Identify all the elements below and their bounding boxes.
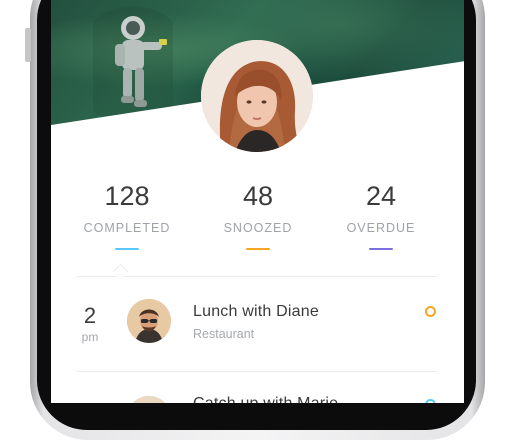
stat-completed-value: 128 [104,181,150,211]
stat-snoozed-value: 48 [242,181,274,211]
avatar [127,299,171,343]
list-divider [76,371,438,372]
person-avatar-icon [127,299,171,343]
stat-overdue[interactable]: 24 OVERDUE [311,178,451,250]
stat-overdue-indicator [369,248,393,250]
stat-completed-label: COMPLETED [83,221,171,235]
stats-divider [76,276,438,277]
event-status-dot [425,399,436,403]
event-subtitle: Restaurant [193,327,255,341]
stat-completed[interactable]: 128 COMPLETED [57,178,197,250]
event-title: Lunch with Diane [193,303,319,320]
event-status-dot [425,306,436,317]
person-avatar-icon [127,396,171,403]
stat-snoozed-label: SNOOZED [223,221,293,235]
stats-summary: 128 COMPLETED 48 SNOOZED 24 OVERDUE [51,178,464,258]
stat-completed-indicator [115,248,139,250]
list-item[interactable]: 2 pm Lunch with Diane Restaurant [51,286,464,356]
profile-avatar[interactable] [201,40,313,152]
avatar-portrait-icon [201,40,313,152]
event-hour: 2 [83,303,97,328]
astronaut-figure-icon [93,6,173,116]
avatar [127,396,171,403]
stat-overdue-value: 24 [365,181,397,211]
stat-overdue-label: OVERDUE [346,221,416,235]
stat-snoozed[interactable]: 48 SNOOZED [188,178,328,250]
app-screen: 128 COMPLETED 48 SNOOZED 24 OVERDUE 2 pm [51,0,464,403]
stat-snoozed-indicator [246,248,270,250]
list-item[interactable]: Catch up with Marie [51,382,464,403]
event-ampm: pm [81,330,99,344]
phone-volume-button [25,28,31,62]
event-title: Catch up with Marie [193,394,338,403]
